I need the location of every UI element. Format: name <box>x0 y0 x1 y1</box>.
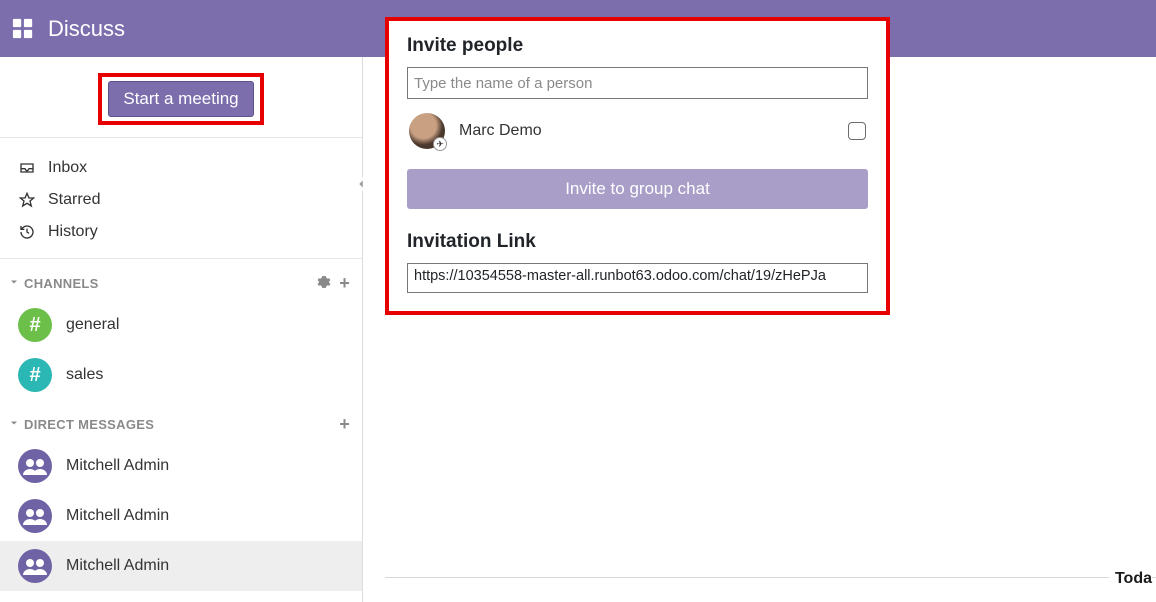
dm-item[interactable]: Mitchell Admin <box>0 491 362 541</box>
invitation-link-field[interactable]: https://10354558-master-all.runbot63.odo… <box>407 263 868 293</box>
dm-label: Mitchell Admin <box>66 457 169 475</box>
mailbox-history[interactable]: History <box>18 216 344 248</box>
dm-label: Mitchell Admin <box>66 557 169 575</box>
history-icon <box>18 224 36 240</box>
chevron-left-icon[interactable] <box>354 177 368 191</box>
inbox-icon <box>18 160 36 176</box>
direct-messages-header: DIRECT MESSAGES + <box>0 400 362 441</box>
channel-hash-icon: # <box>18 308 52 342</box>
channel-hash-icon: # <box>18 358 52 392</box>
chevron-down-icon <box>8 417 20 432</box>
sidebar: Start a meeting Inbox Starred Histor <box>0 57 363 602</box>
avatar: ✈ <box>409 113 445 149</box>
mailbox-inbox[interactable]: Inbox <box>18 152 344 184</box>
dm-header-label: DIRECT MESSAGES <box>24 417 154 432</box>
apps-icon[interactable] <box>12 18 34 40</box>
mailbox-label: History <box>48 223 98 241</box>
app-title: Discuss <box>48 16 125 42</box>
group-avatar-icon <box>18 449 52 483</box>
invite-to-group-button[interactable]: Invite to group chat <box>407 169 868 209</box>
gear-icon[interactable] <box>317 275 331 292</box>
plus-icon[interactable]: + <box>339 414 350 435</box>
dm-label: Mitchell Admin <box>66 507 169 525</box>
mailbox-starred[interactable]: Starred <box>18 184 344 216</box>
highlight-box: Start a meeting <box>98 73 263 125</box>
dm-toggle[interactable]: DIRECT MESSAGES <box>8 417 154 432</box>
start-meeting-button[interactable]: Start a meeting <box>108 81 253 117</box>
dm-item[interactable]: Mitchell Admin <box>0 441 362 491</box>
channels-header-label: CHANNELS <box>24 276 99 291</box>
dm-item[interactable]: Mitchell Admin <box>0 541 362 591</box>
today-label: Toda <box>1109 570 1152 588</box>
invitation-link-title: Invitation Link <box>407 231 868 253</box>
status-away-icon: ✈ <box>433 137 447 151</box>
mailbox-label: Starred <box>48 191 100 209</box>
divider <box>385 577 1156 578</box>
channel-label: sales <box>66 366 103 384</box>
invite-person-checkbox[interactable] <box>848 122 866 140</box>
channels-header: CHANNELS + <box>0 259 362 300</box>
invite-person-name: Marc Demo <box>459 122 834 140</box>
mailbox-list: Inbox Starred History <box>0 138 362 259</box>
group-avatar-icon <box>18 549 52 583</box>
invite-person-row[interactable]: ✈ Marc Demo <box>407 99 868 155</box>
plus-icon[interactable]: + <box>339 273 350 294</box>
channel-general[interactable]: # general <box>0 300 362 350</box>
channel-label: general <box>66 316 119 334</box>
invite-search-input[interactable] <box>407 67 868 99</box>
meeting-button-area: Start a meeting <box>0 57 362 138</box>
invite-panel: Invite people ✈ Marc Demo Invite to grou… <box>385 17 890 315</box>
main-panel: Invite people ✈ Marc Demo Invite to grou… <box>363 57 1156 602</box>
mailbox-label: Inbox <box>48 159 87 177</box>
channels-toggle[interactable]: CHANNELS <box>8 276 99 291</box>
star-outline-icon <box>18 192 36 208</box>
invite-title: Invite people <box>407 35 868 57</box>
group-avatar-icon <box>18 499 52 533</box>
chevron-down-icon <box>8 276 20 291</box>
channel-sales[interactable]: # sales <box>0 350 362 400</box>
